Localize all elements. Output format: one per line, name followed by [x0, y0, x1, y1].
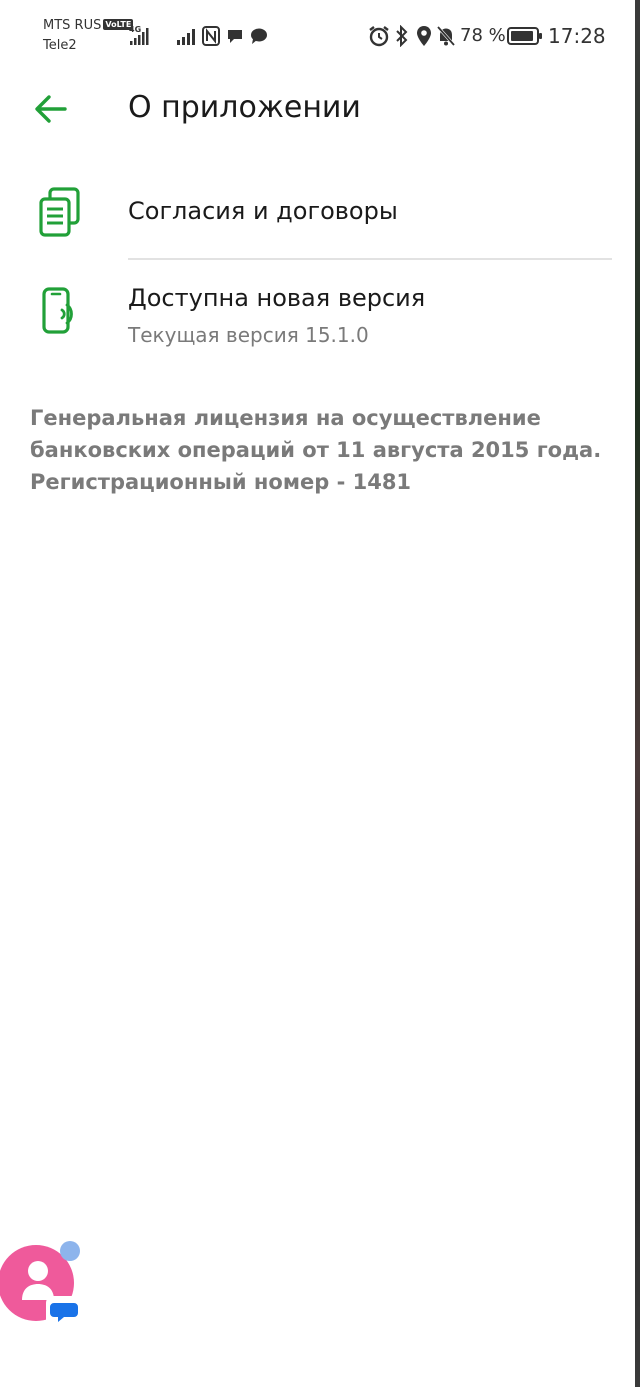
- location-icon: [417, 26, 431, 46]
- assistant-avatar-icon: [0, 1241, 82, 1328]
- nfc-icon: [202, 26, 220, 46]
- license-line: Регистрационный номер - 1481: [30, 470, 412, 494]
- assistant-bubble-button[interactable]: [0, 1238, 90, 1330]
- license-line: банковских операций от 11 августа 2015 г…: [30, 438, 602, 462]
- new-version-title: Доступна новая версия: [128, 284, 426, 312]
- network-type-label: 4G: [129, 25, 141, 34]
- current-version-label: Текущая версия 15.1.0: [128, 323, 369, 347]
- screen-edge: [635, 0, 640, 1387]
- list-divider: [128, 258, 612, 260]
- chat-bubble-icon: [228, 30, 242, 43]
- signal-icon: [177, 29, 195, 45]
- page-title: О приложении: [128, 90, 361, 125]
- license-text: Генеральная лицензия на осуществление ба…: [30, 402, 620, 498]
- license-line: Генеральная лицензия на осуществление: [30, 406, 541, 430]
- consents-and-agreements-item[interactable]: Согласия и договоры: [0, 170, 635, 258]
- back-button[interactable]: [28, 86, 74, 132]
- battery-icon: [507, 27, 542, 45]
- bluetooth-icon: [396, 25, 408, 47]
- new-version-item[interactable]: Доступна новая версия Текущая версия 15.…: [0, 262, 635, 372]
- status-bar: MTS RUS VoLTE Tele2 4G 78 % 17:28: [0, 0, 635, 70]
- signal-4g-icon: 4G: [129, 25, 149, 45]
- documents-icon: [39, 187, 80, 237]
- phone-update-icon: [42, 287, 73, 334]
- battery-percent: 78 %: [460, 25, 506, 46]
- carrier-secondary: Tele2: [43, 38, 77, 53]
- message-icon: [251, 28, 267, 44]
- carrier-primary: MTS RUS VoLTE: [43, 18, 134, 33]
- mute-icon: [436, 26, 456, 46]
- consents-title: Согласия и договоры: [128, 197, 398, 225]
- clock: 17:28: [548, 24, 606, 48]
- alarm-icon: [369, 26, 389, 47]
- arrow-left-icon: [35, 95, 67, 123]
